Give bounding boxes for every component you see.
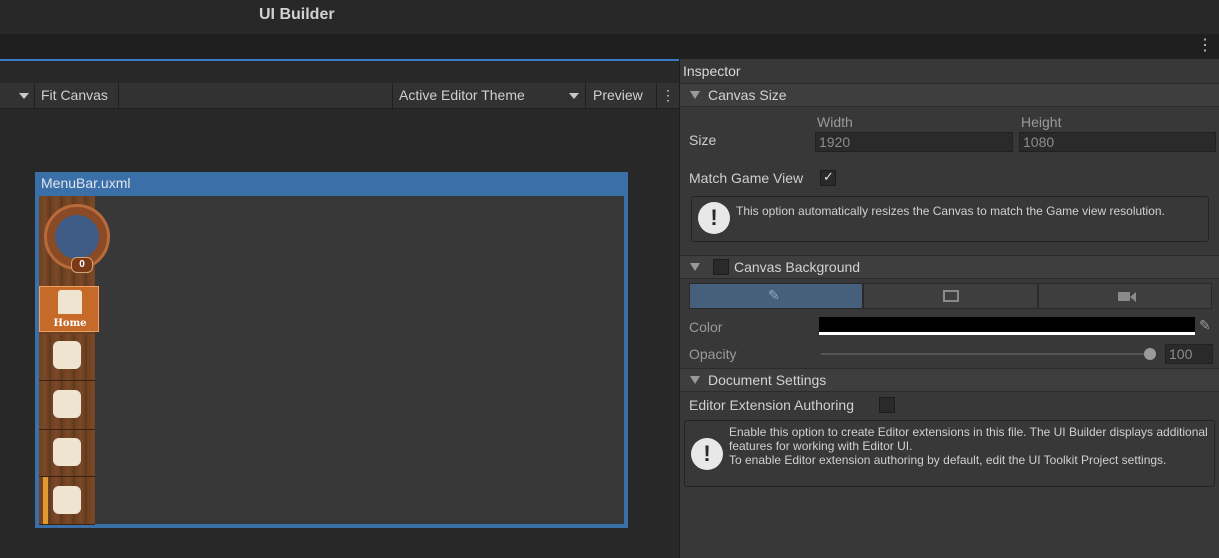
- canvas-frame[interactable]: MenuBar.uxml 0 Home: [35, 172, 628, 528]
- checkmark-icon: ✓: [823, 169, 834, 184]
- document-settings-title: Document Settings: [708, 372, 827, 388]
- viewport-toolbar: Fit Canvas Active Editor Theme Preview ⋮: [0, 83, 679, 109]
- viewport-panel: Fit Canvas Active Editor Theme Preview ⋮…: [0, 59, 679, 558]
- authoring-help-text: Enable this option to create Editor exte…: [729, 425, 1208, 467]
- canvas-area[interactable]: 0 Home: [39, 196, 624, 525]
- coin-badge: 0: [71, 257, 93, 273]
- opacity-label: Opacity: [689, 346, 737, 362]
- editor-extension-label: Editor Extension Authoring: [689, 397, 854, 413]
- scroll-quill-icon[interactable]: [53, 341, 81, 369]
- canvas-background-checkbox[interactable]: [713, 259, 729, 275]
- home-button[interactable]: Home: [39, 286, 99, 332]
- bag-icon[interactable]: [53, 438, 81, 466]
- theme-dropdown[interactable]: Active Editor Theme: [392, 83, 586, 108]
- authoring-help-box: ! Enable this option to create Editor ex…: [684, 420, 1215, 487]
- selection-marker: [43, 477, 48, 524]
- chevron-down-icon: [569, 93, 579, 99]
- canvas-size-title: Canvas Size: [708, 87, 787, 103]
- authoring-help-line1: Enable this option to create Editor exte…: [729, 425, 1208, 453]
- size-label: Size: [689, 132, 717, 148]
- camera-lens-icon: [1130, 292, 1136, 302]
- match-help-text: This option automatically resizes the Ca…: [736, 204, 1165, 218]
- preview-button[interactable]: Preview: [587, 83, 657, 108]
- envelope-icon[interactable]: [53, 486, 81, 514]
- app-title: UI Builder: [259, 6, 335, 23]
- height-field[interactable]: 1080: [1019, 132, 1216, 152]
- zoom-dropdown[interactable]: [0, 83, 35, 108]
- foldout-arrow-icon: [690, 263, 700, 271]
- parchment-icon[interactable]: [53, 390, 81, 418]
- viewport-more-icon[interactable]: ⋮: [658, 83, 678, 108]
- opacity-field[interactable]: 100: [1165, 344, 1213, 364]
- canvas-background-header[interactable]: Canvas Background: [680, 255, 1219, 279]
- color-label: Color: [689, 319, 723, 335]
- viewport-focus-line: [0, 59, 679, 61]
- home-button-label: Home: [53, 318, 87, 329]
- canvas-background-title: Canvas Background: [734, 259, 861, 275]
- editor-extension-checkbox[interactable]: [879, 397, 895, 413]
- inspector-panel: Inspector Canvas Size Width Height Size …: [679, 59, 1219, 558]
- opacity-slider-handle[interactable]: [1144, 348, 1156, 360]
- inspector-title: Inspector: [683, 63, 741, 79]
- camera-icon: [1118, 292, 1130, 301]
- fit-canvas-button[interactable]: Fit Canvas: [35, 83, 119, 108]
- character-icon: [55, 215, 99, 259]
- match-help-box: ! This option automatically resizes the …: [691, 196, 1209, 242]
- width-label: Width: [817, 114, 853, 130]
- match-game-view-label: Match Game View: [689, 170, 804, 186]
- chevron-down-icon: [19, 93, 29, 100]
- width-field[interactable]: 1920: [815, 132, 1013, 152]
- eyedropper-icon: ✎: [768, 287, 780, 303]
- canvas-file-name: MenuBar.uxml: [41, 175, 131, 191]
- window-toolbar: ⋮: [0, 34, 1219, 59]
- title-bar: UI Builder: [0, 0, 1219, 34]
- height-label: Height: [1021, 114, 1062, 130]
- theme-dropdown-label: Active Editor Theme: [399, 87, 525, 103]
- castle-icon: [58, 290, 82, 314]
- opacity-slider-track[interactable]: [821, 353, 1147, 355]
- bg-mode-image-tab[interactable]: [863, 283, 1038, 309]
- document-settings-header[interactable]: Document Settings: [680, 368, 1219, 392]
- warning-icon: !: [698, 202, 730, 234]
- bg-mode-color-tab[interactable]: ✎: [689, 283, 863, 309]
- foldout-arrow-icon: [690, 91, 700, 99]
- warning-icon: !: [691, 438, 723, 470]
- color-picker-icon[interactable]: ✎: [1199, 317, 1211, 334]
- canvas-size-header[interactable]: Canvas Size: [680, 83, 1219, 107]
- image-icon: [943, 290, 959, 302]
- foldout-arrow-icon: [690, 376, 700, 384]
- bg-mode-camera-tab[interactable]: [1038, 283, 1212, 309]
- player-avatar[interactable]: 0: [44, 204, 110, 273]
- match-game-view-checkbox[interactable]: ✓: [820, 169, 836, 186]
- more-options-icon[interactable]: ⋮: [1197, 38, 1213, 54]
- color-field[interactable]: [819, 317, 1195, 335]
- authoring-help-line2: To enable Editor extension authoring by …: [729, 453, 1167, 467]
- menu-bar[interactable]: 0 Home: [39, 196, 110, 525]
